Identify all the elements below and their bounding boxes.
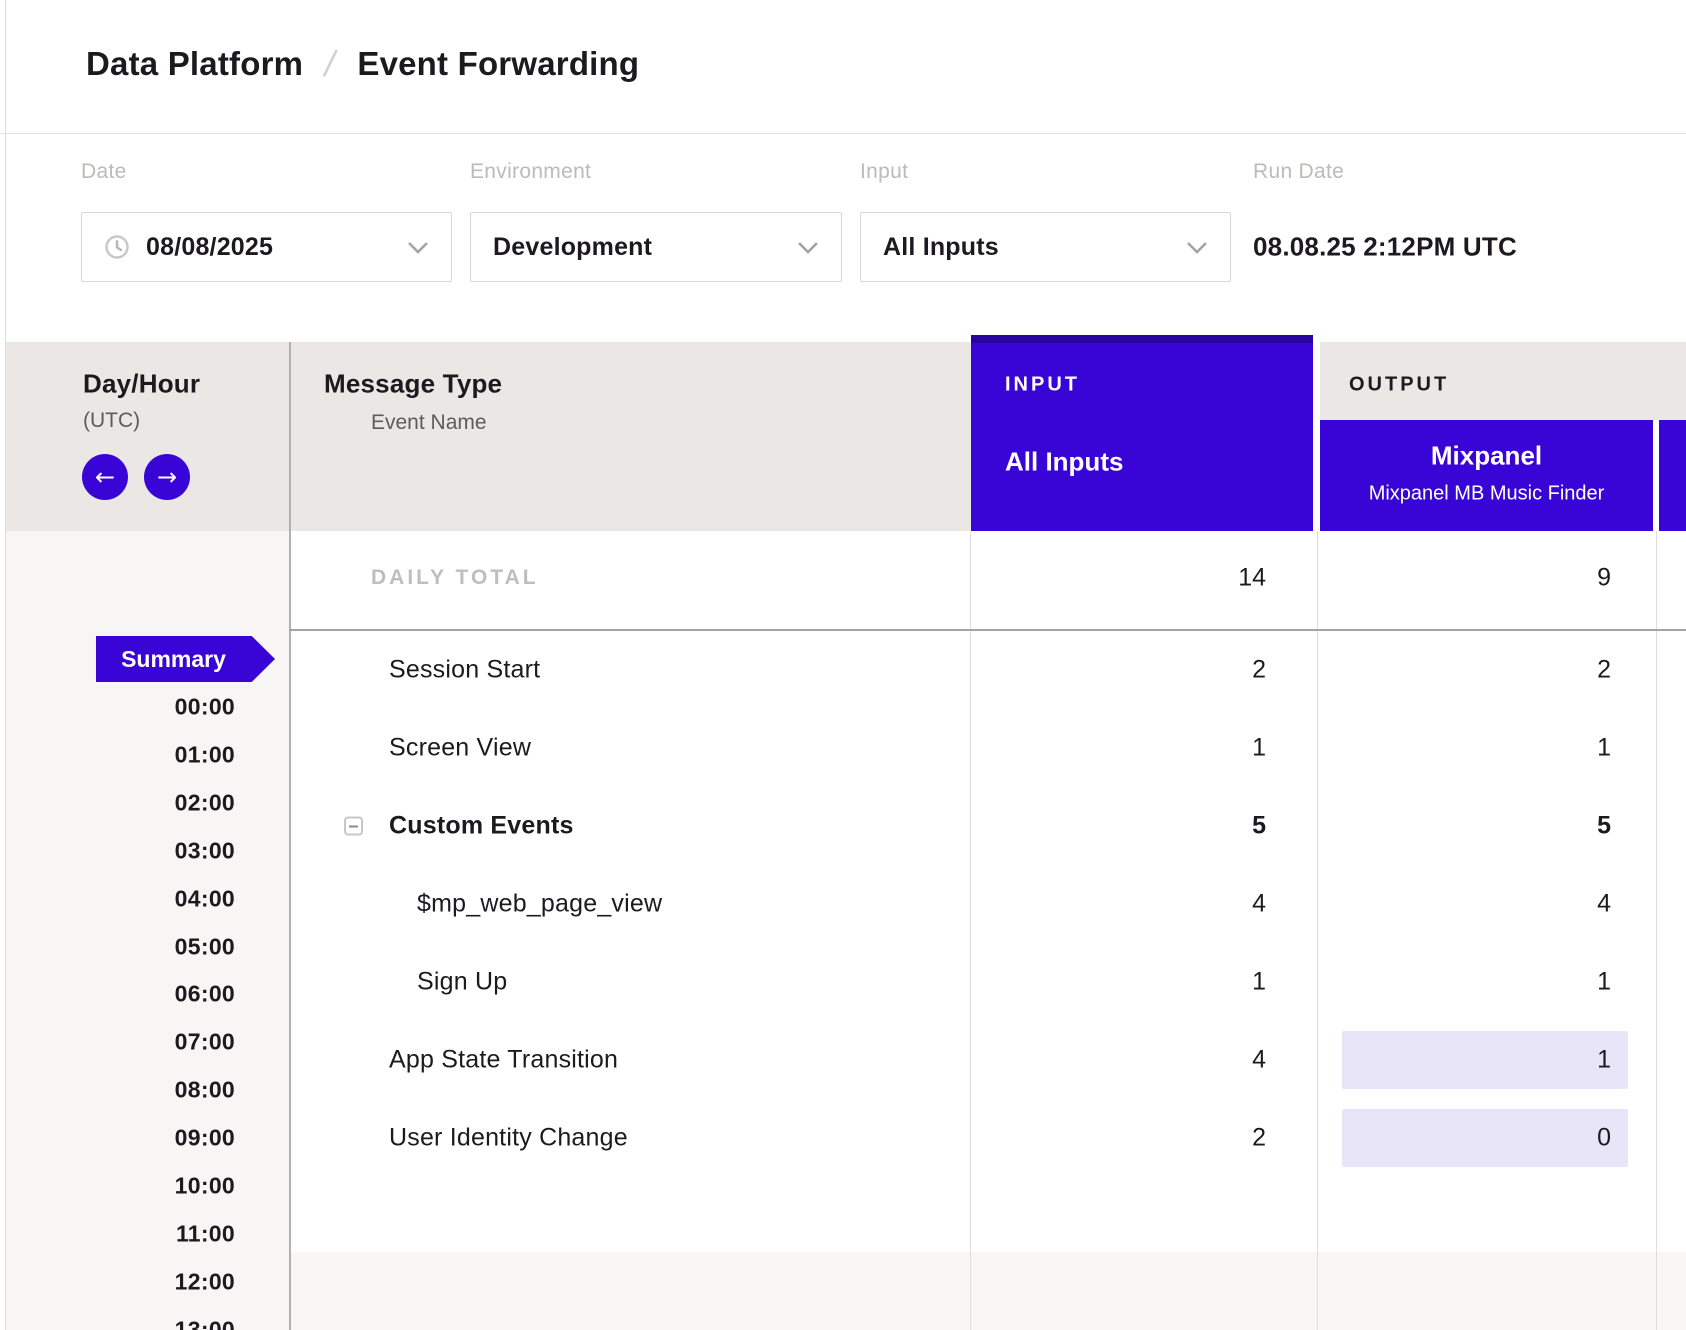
previous-day-button[interactable]: ← xyxy=(82,454,128,500)
output-count-cell: 4 xyxy=(1597,890,1611,919)
event-name-cell: $mp_web_page_view xyxy=(417,890,662,919)
event-name-subtitle: Event Name xyxy=(371,411,487,435)
output-count-cell: 5 xyxy=(1597,812,1611,841)
input-filter-label: Input xyxy=(860,160,908,184)
chevron-down-icon xyxy=(797,241,819,254)
hour-item-04-00[interactable]: 04:00 xyxy=(175,886,235,913)
chevron-down-icon xyxy=(1186,241,1208,254)
event-name-cell: App State Transition xyxy=(389,1046,618,1075)
hour-item-02-00[interactable]: 02:00 xyxy=(175,790,235,817)
date-dropdown-value: 08/08/2025 xyxy=(146,233,391,262)
breadcrumb-separator: / xyxy=(321,43,340,85)
input-count-cell: 4 xyxy=(1252,1046,1266,1075)
table-row: $mp_web_page_view 4 4 xyxy=(0,865,1686,943)
hour-item-00-00[interactable]: 00:00 xyxy=(175,694,235,721)
input-count-cell: 2 xyxy=(1252,1124,1266,1153)
table-row: Sign Up 1 1 xyxy=(0,943,1686,1021)
event-name-cell: User Identity Change xyxy=(389,1124,628,1153)
output-count-cell: 0 xyxy=(1597,1124,1611,1153)
minus-collapse-icon[interactable] xyxy=(344,817,363,836)
output-count-cell: 2 xyxy=(1597,656,1611,685)
input-column-header[interactable]: INPUT All Inputs xyxy=(971,335,1313,531)
output-column-header-partial[interactable] xyxy=(1659,420,1686,531)
hour-item-12-00[interactable]: 12:00 xyxy=(175,1269,235,1296)
hour-item-07-00[interactable]: 07:00 xyxy=(175,1029,235,1056)
output-count-cell: 1 xyxy=(1597,968,1611,997)
hour-item-09-00[interactable]: 09:00 xyxy=(175,1125,235,1152)
hour-item-05-00[interactable]: 05:00 xyxy=(175,934,235,961)
event-forwarding-page: Data Platform / Event Forwarding Date En… xyxy=(0,0,1686,1330)
input-dropdown[interactable]: All Inputs xyxy=(860,212,1231,282)
hour-item-11-00[interactable]: 11:00 xyxy=(176,1221,235,1248)
input-count-cell: 2 xyxy=(1252,656,1266,685)
input-count-cell: 1 xyxy=(1252,968,1266,997)
run-date-value: 08.08.25 2:12PM UTC xyxy=(1253,232,1517,263)
event-name-cell: Sign Up xyxy=(417,968,507,997)
page-title: Event Forwarding xyxy=(357,45,639,83)
environment-dropdown-value: Development xyxy=(493,233,781,262)
hour-item-01-00[interactable]: 01:00 xyxy=(175,742,235,769)
output-group-label: OUTPUT xyxy=(1349,374,1449,397)
chevron-down-icon xyxy=(407,241,429,254)
day-hour-column-title: Day/Hour xyxy=(83,369,200,400)
summary-tab[interactable]: Summary xyxy=(96,636,275,682)
date-dropdown[interactable]: 08/08/2025 xyxy=(81,212,452,282)
breadcrumb-section[interactable]: Data Platform xyxy=(86,45,303,83)
arrow-left-icon: ← xyxy=(95,465,115,489)
event-name-cell: Session Start xyxy=(389,656,540,685)
arrow-right-icon: → xyxy=(157,465,177,489)
daily-total-input-count: 14 xyxy=(1238,564,1266,593)
input-column-accent-strip xyxy=(971,335,1313,343)
clock-icon xyxy=(104,234,130,260)
date-filter-label: Date xyxy=(81,160,127,184)
input-count-cell: 1 xyxy=(1252,734,1266,763)
output-column-header-mixpanel[interactable]: Mixpanel Mixpanel MB Music Finder xyxy=(1320,420,1653,531)
input-count-cell: 4 xyxy=(1252,890,1266,919)
breadcrumb: Data Platform / Event Forwarding xyxy=(86,43,639,85)
table-row: Screen View 1 1 xyxy=(0,709,1686,787)
output-count-cell: 1 xyxy=(1597,1046,1611,1075)
output-connection-subtitle: Mixpanel MB Music Finder xyxy=(1320,483,1653,506)
hour-item-03-00[interactable]: 03:00 xyxy=(175,838,235,865)
table-footer-band xyxy=(289,1252,1686,1330)
next-day-button[interactable]: → xyxy=(144,454,190,500)
hour-item-10-00[interactable]: 10:00 xyxy=(175,1173,235,1200)
input-column-name: All Inputs xyxy=(1005,447,1123,478)
header-divider xyxy=(0,133,1686,134)
input-count-cell: 5 xyxy=(1252,812,1266,841)
event-name-cell: Screen View xyxy=(389,734,531,763)
hour-item-06-00[interactable]: 06:00 xyxy=(175,981,235,1008)
message-type-column-title: Message Type xyxy=(324,369,502,400)
column-gap xyxy=(1313,335,1320,531)
event-name-cell: Custom Events xyxy=(389,812,574,841)
run-date-label: Run Date xyxy=(1253,160,1344,184)
daily-total-label: DAILY TOTAL xyxy=(371,566,539,590)
output-connection-name: Mixpanel xyxy=(1320,441,1653,472)
hour-item-08-00[interactable]: 08:00 xyxy=(175,1077,235,1104)
output-highlight-cell xyxy=(1342,1109,1628,1167)
environment-filter-label: Environment xyxy=(470,160,591,184)
table-row: App State Transition 4 1 xyxy=(0,1021,1686,1099)
table-row: Custom Events 5 5 xyxy=(0,787,1686,865)
input-group-label: INPUT xyxy=(1005,374,1080,397)
output-count-cell: 1 xyxy=(1597,734,1611,763)
output-highlight-cell xyxy=(1342,1031,1628,1089)
day-hour-timezone: (UTC) xyxy=(83,409,140,433)
table-row: User Identity Change 2 0 xyxy=(0,1099,1686,1177)
daily-total-output-count: 9 xyxy=(1597,564,1611,593)
input-dropdown-value: All Inputs xyxy=(883,233,1170,262)
environment-dropdown[interactable]: Development xyxy=(470,212,842,282)
hour-item-13-00[interactable]: 13:00 xyxy=(175,1317,235,1330)
